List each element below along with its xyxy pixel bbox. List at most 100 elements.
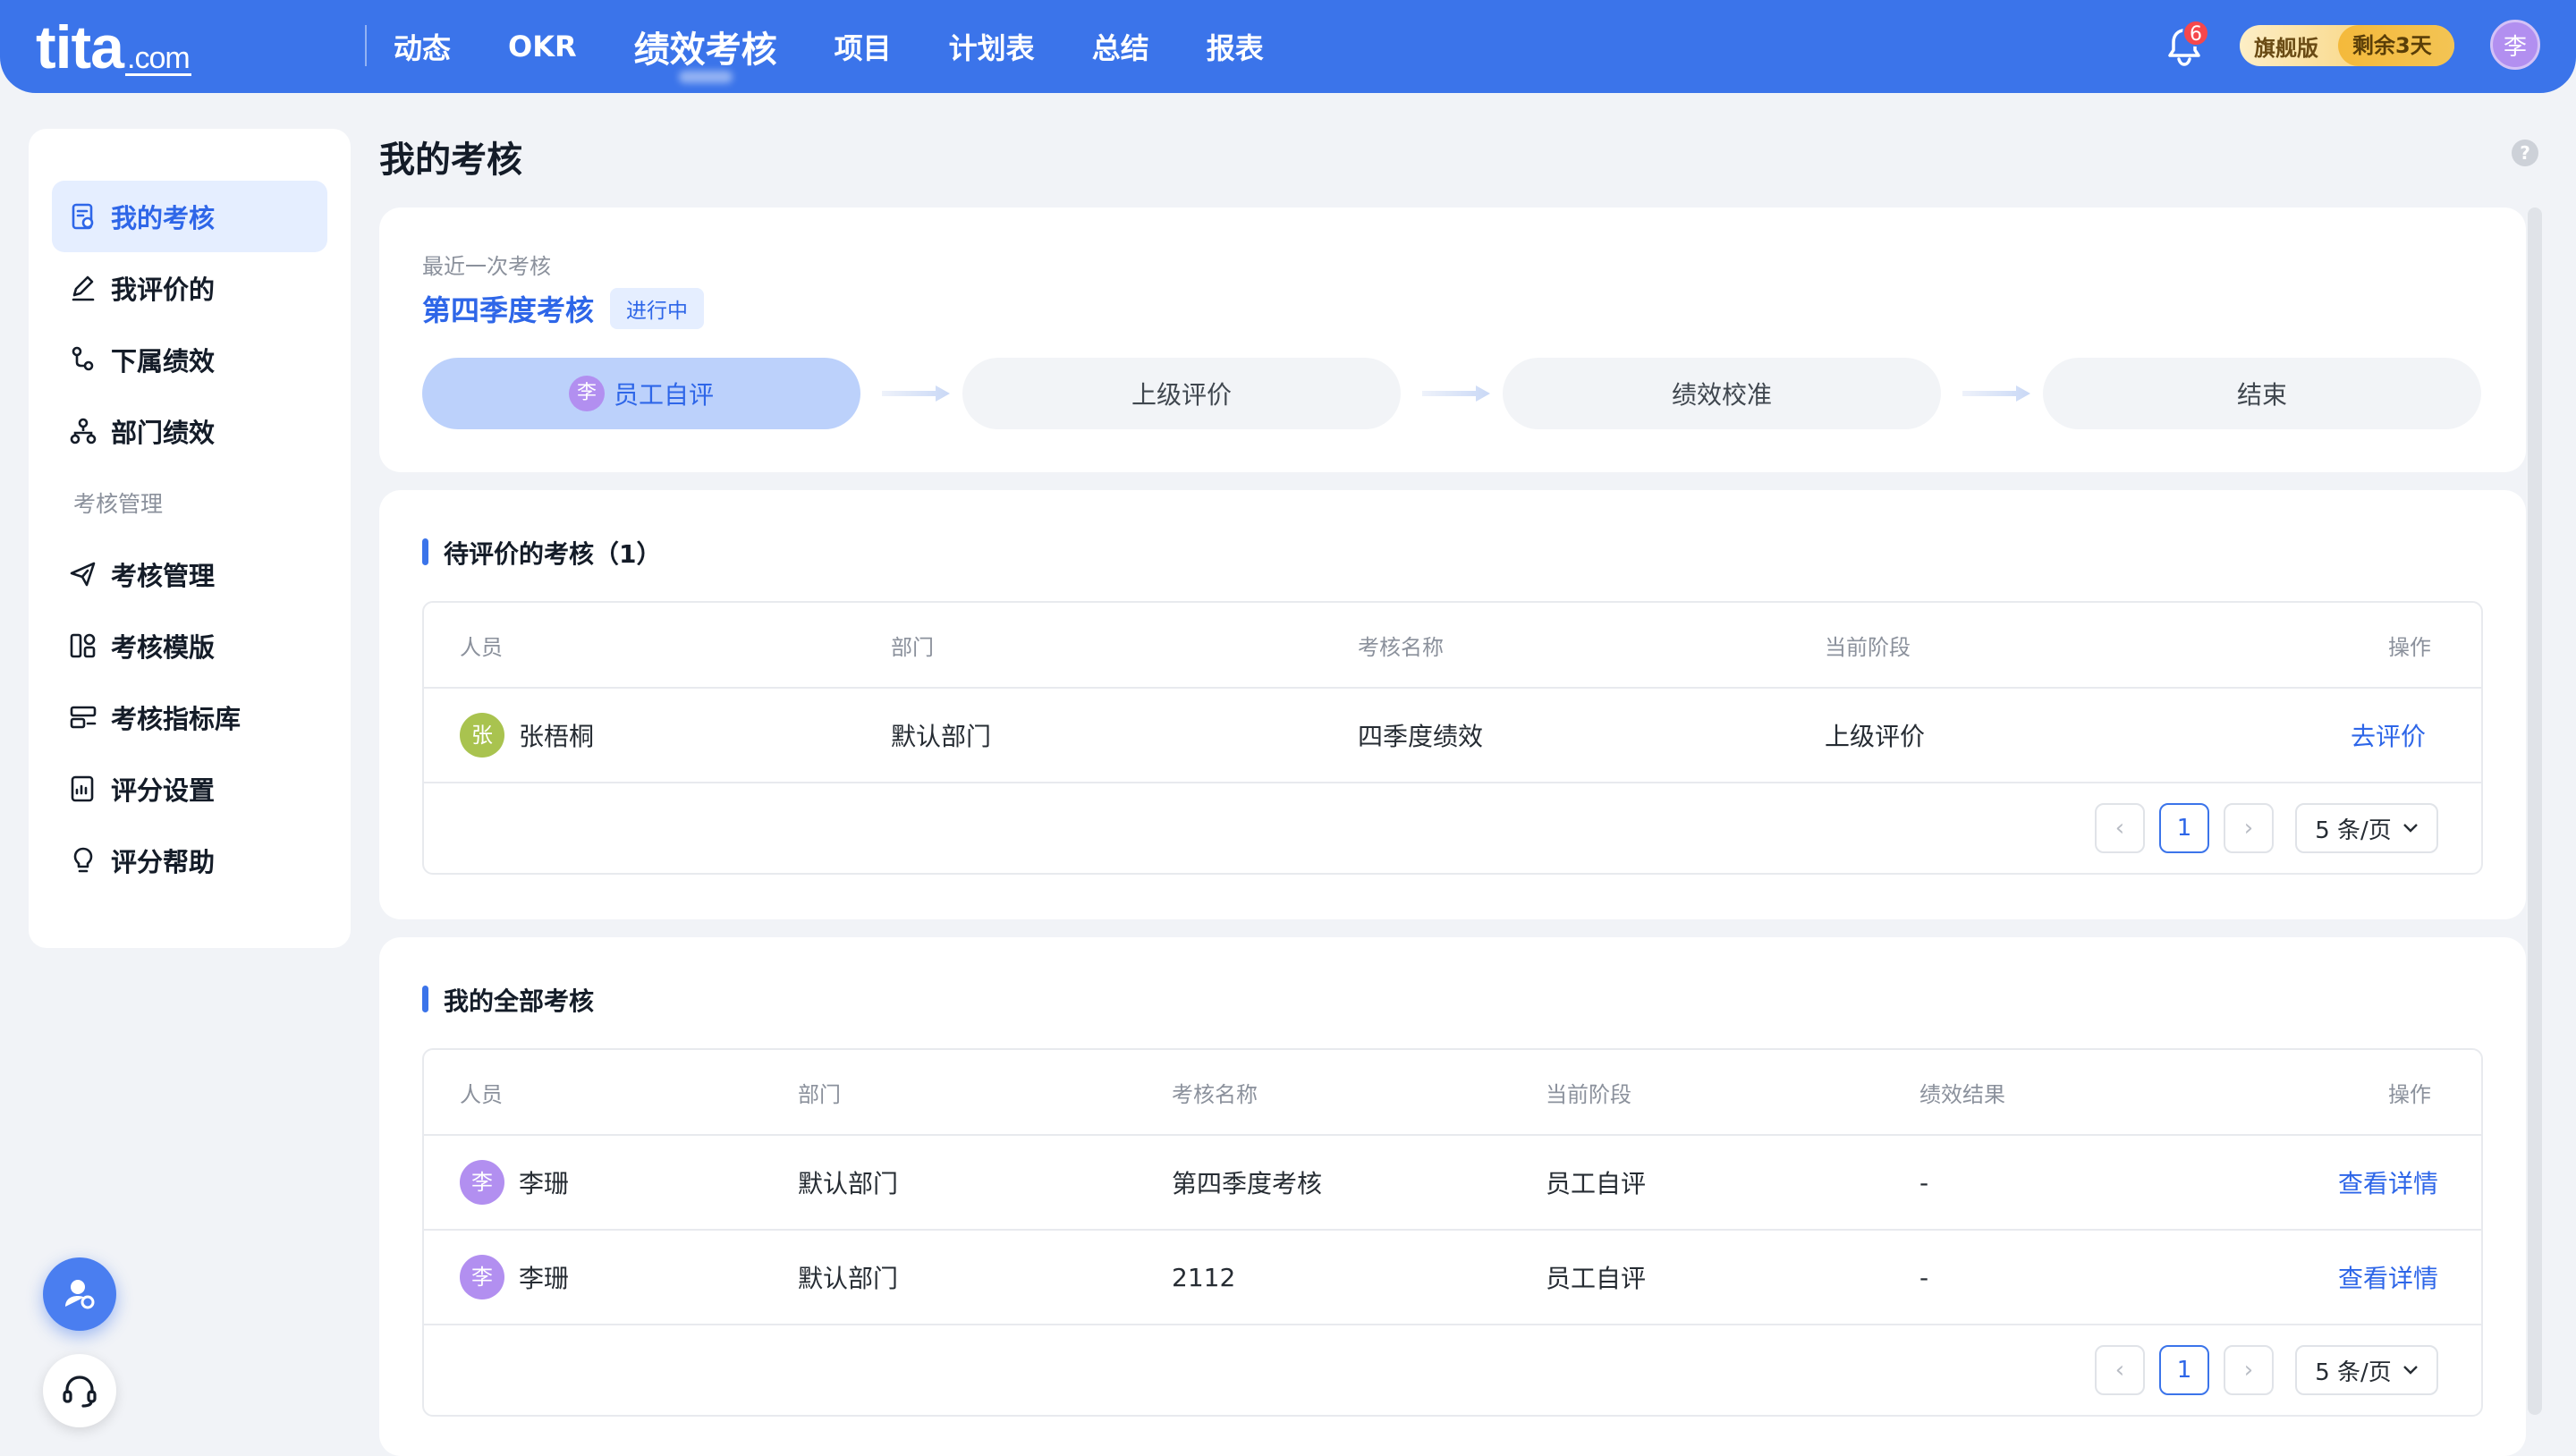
- notification-count-badge: 6: [2182, 20, 2209, 47]
- person-cell: 李 李珊: [424, 1255, 798, 1299]
- page-size-select[interactable]: 5 条/页: [2295, 1345, 2438, 1395]
- page-number-button[interactable]: 1: [2159, 803, 2209, 853]
- score-settings-icon: [71, 775, 94, 802]
- recent-review-name: 第四季度考核: [422, 293, 595, 327]
- nav-item-plans[interactable]: 计划表: [949, 26, 1035, 67]
- sidebar-item-subordinate-performance[interactable]: 下属绩效: [52, 324, 327, 395]
- nav-item-okr[interactable]: OKR: [508, 30, 577, 63]
- nav-item-projects[interactable]: 项目: [835, 26, 892, 67]
- table-header: 人员 部门 考核名称 当前阶段 绩效结果 操作: [424, 1050, 2481, 1136]
- prev-page-button[interactable]: ‹: [2095, 803, 2145, 853]
- pending-reviews-card: 待评价的考核（1） 人员 部门 考核名称 当前阶段 操作 张 张梧桐 默认部门 …: [379, 490, 2526, 919]
- column-header: 部门: [891, 634, 934, 660]
- page-title: 我的考核: [379, 140, 522, 181]
- next-page-button[interactable]: ›: [2224, 1345, 2274, 1395]
- review-doc-icon: [72, 203, 94, 230]
- nav-item-performance[interactable]: 绩效考核: [634, 21, 777, 72]
- logo-text: tita: [36, 13, 124, 81]
- column-header: 绩效结果: [1919, 1081, 2005, 1107]
- view-details-link[interactable]: 查看详情: [2293, 1164, 2481, 1200]
- step-label: 上级评价: [1131, 380, 1232, 410]
- plan-name: 旗舰版: [2254, 35, 2318, 61]
- recent-review-label: 最近一次考核: [422, 254, 551, 279]
- sidebar-item-score-settings[interactable]: 评分设置: [52, 753, 327, 825]
- review-name-cell: 2112: [1172, 1262, 1236, 1292]
- avatar: 李: [460, 1255, 504, 1299]
- plan-badge[interactable]: 旗舰版 剩余3天: [2240, 25, 2454, 66]
- section-title: 待评价的考核（1）: [422, 535, 661, 571]
- subordinate-icon: [72, 346, 94, 371]
- all-reviews-table: 人员 部门 考核名称 当前阶段 绩效结果 操作 李 李珊 默认部门 第四季度考核…: [422, 1048, 2483, 1417]
- arrow-right-icon: [882, 385, 950, 402]
- department-cell: 默认部门: [798, 1169, 899, 1198]
- sidebar-item-department-performance[interactable]: 部门绩效: [52, 395, 327, 467]
- person-cell: 李 李珊: [424, 1160, 798, 1205]
- stage-cell: 上级评价: [1825, 722, 1926, 751]
- sidebar: 我的考核 我评价的 下属绩效 部门绩效 考核管理 考核管理 考核模版 考核指标库…: [29, 129, 351, 948]
- sidebar-item-review-templates[interactable]: 考核模版: [52, 610, 327, 681]
- page-size-value: 5 条/页: [2315, 817, 2392, 844]
- step-self-review[interactable]: 李 员工自评: [422, 358, 860, 429]
- review-name-cell: 第四季度考核: [1172, 1169, 1323, 1198]
- table-row: 张 张梧桐 默认部门 四季度绩效 上级评价 去评价: [424, 689, 2481, 783]
- template-icon: [70, 633, 96, 658]
- sidebar-item-score-help[interactable]: 评分帮助: [52, 825, 327, 896]
- prev-page-button[interactable]: ‹: [2095, 1345, 2145, 1395]
- headset-icon: [63, 1376, 97, 1408]
- column-header: 部门: [798, 1081, 841, 1107]
- page-size-select[interactable]: 5 条/页: [2295, 803, 2438, 853]
- view-details-link[interactable]: 查看详情: [2293, 1259, 2481, 1295]
- sidebar-item-label: 下属绩效: [111, 346, 216, 377]
- sidebar-item-label: 部门绩效: [111, 418, 216, 448]
- nav-item-dynamics[interactable]: 动态: [394, 26, 451, 67]
- page-size-value: 5 条/页: [2315, 1359, 2392, 1386]
- sidebar-item-label: 评分设置: [111, 775, 216, 806]
- avatar: 李: [568, 376, 605, 411]
- sidebar-item-my-reviews[interactable]: 我的考核: [52, 181, 327, 252]
- column-header: 当前阶段: [1546, 1081, 1631, 1107]
- evaluate-link[interactable]: 去评价: [2292, 717, 2481, 753]
- column-header: 操作: [2388, 634, 2431, 660]
- sidebar-item-label: 考核指标库: [111, 704, 242, 734]
- next-page-button[interactable]: ›: [2224, 803, 2274, 853]
- step-end[interactable]: 结束: [2043, 358, 2481, 429]
- recent-review-title[interactable]: 第四季度考核 进行中: [422, 288, 705, 329]
- all-reviews-card: 我的全部考核 人员 部门 考核名称 当前阶段 绩效结果 操作 李 李珊 默认部门…: [379, 937, 2526, 1456]
- department-cell: 默认部门: [798, 1264, 899, 1293]
- user-settings-float-button[interactable]: [43, 1257, 116, 1331]
- step-label: 员工自评: [613, 380, 714, 410]
- user-avatar[interactable]: 李: [2490, 20, 2540, 70]
- nav-divider: [365, 25, 367, 66]
- step-manager-review[interactable]: 上级评价: [962, 358, 1401, 429]
- index-library-icon: [70, 706, 97, 729]
- pending-reviews-table: 人员 部门 考核名称 当前阶段 操作 张 张梧桐 默认部门 四季度绩效 上级评价…: [422, 601, 2483, 875]
- person-name: 李珊: [519, 1264, 570, 1293]
- help-icon[interactable]: ?: [2512, 140, 2538, 166]
- column-header: 考核名称: [1358, 634, 1444, 660]
- plan-remaining: 剩余3天: [2338, 25, 2454, 66]
- sidebar-item-review-management[interactable]: 考核管理: [52, 538, 327, 610]
- step-label: 结束: [2236, 380, 2287, 410]
- customer-service-float-button[interactable]: [43, 1354, 116, 1427]
- arrow-right-icon: [1422, 385, 1490, 402]
- tita-logo[interactable]: tita .com: [36, 13, 191, 82]
- sidebar-item-my-evaluated[interactable]: 我评价的: [52, 252, 327, 324]
- nav-item-reports[interactable]: 报表: [1207, 26, 1264, 67]
- column-header: 操作: [2388, 1081, 2431, 1107]
- status-badge: 进行中: [610, 288, 705, 329]
- review-steps: 李 员工自评 上级评价 绩效校准 结束: [422, 358, 2483, 429]
- nav-item-summary[interactable]: 总结: [1092, 26, 1149, 67]
- page-number-button[interactable]: 1: [2159, 1345, 2209, 1395]
- stage-cell: 员工自评: [1546, 1169, 1647, 1198]
- table-row: 李 李珊 默认部门 2112 员工自评 - 查看详情: [424, 1231, 2481, 1325]
- step-calibration[interactable]: 绩效校准: [1503, 358, 1941, 429]
- pagination: ‹ 1 › 5 条/页: [424, 783, 2481, 873]
- person-name: 张梧桐: [519, 722, 595, 751]
- step-label: 绩效校准: [1671, 380, 1772, 410]
- org-tree-icon: [70, 418, 97, 444]
- sidebar-item-label: 评分帮助: [111, 847, 216, 877]
- page-scrollbar[interactable]: [2528, 207, 2542, 1415]
- bulb-icon: [73, 847, 93, 873]
- sidebar-item-index-library[interactable]: 考核指标库: [52, 681, 327, 753]
- review-name-cell: 四季度绩效: [1358, 722, 1484, 751]
